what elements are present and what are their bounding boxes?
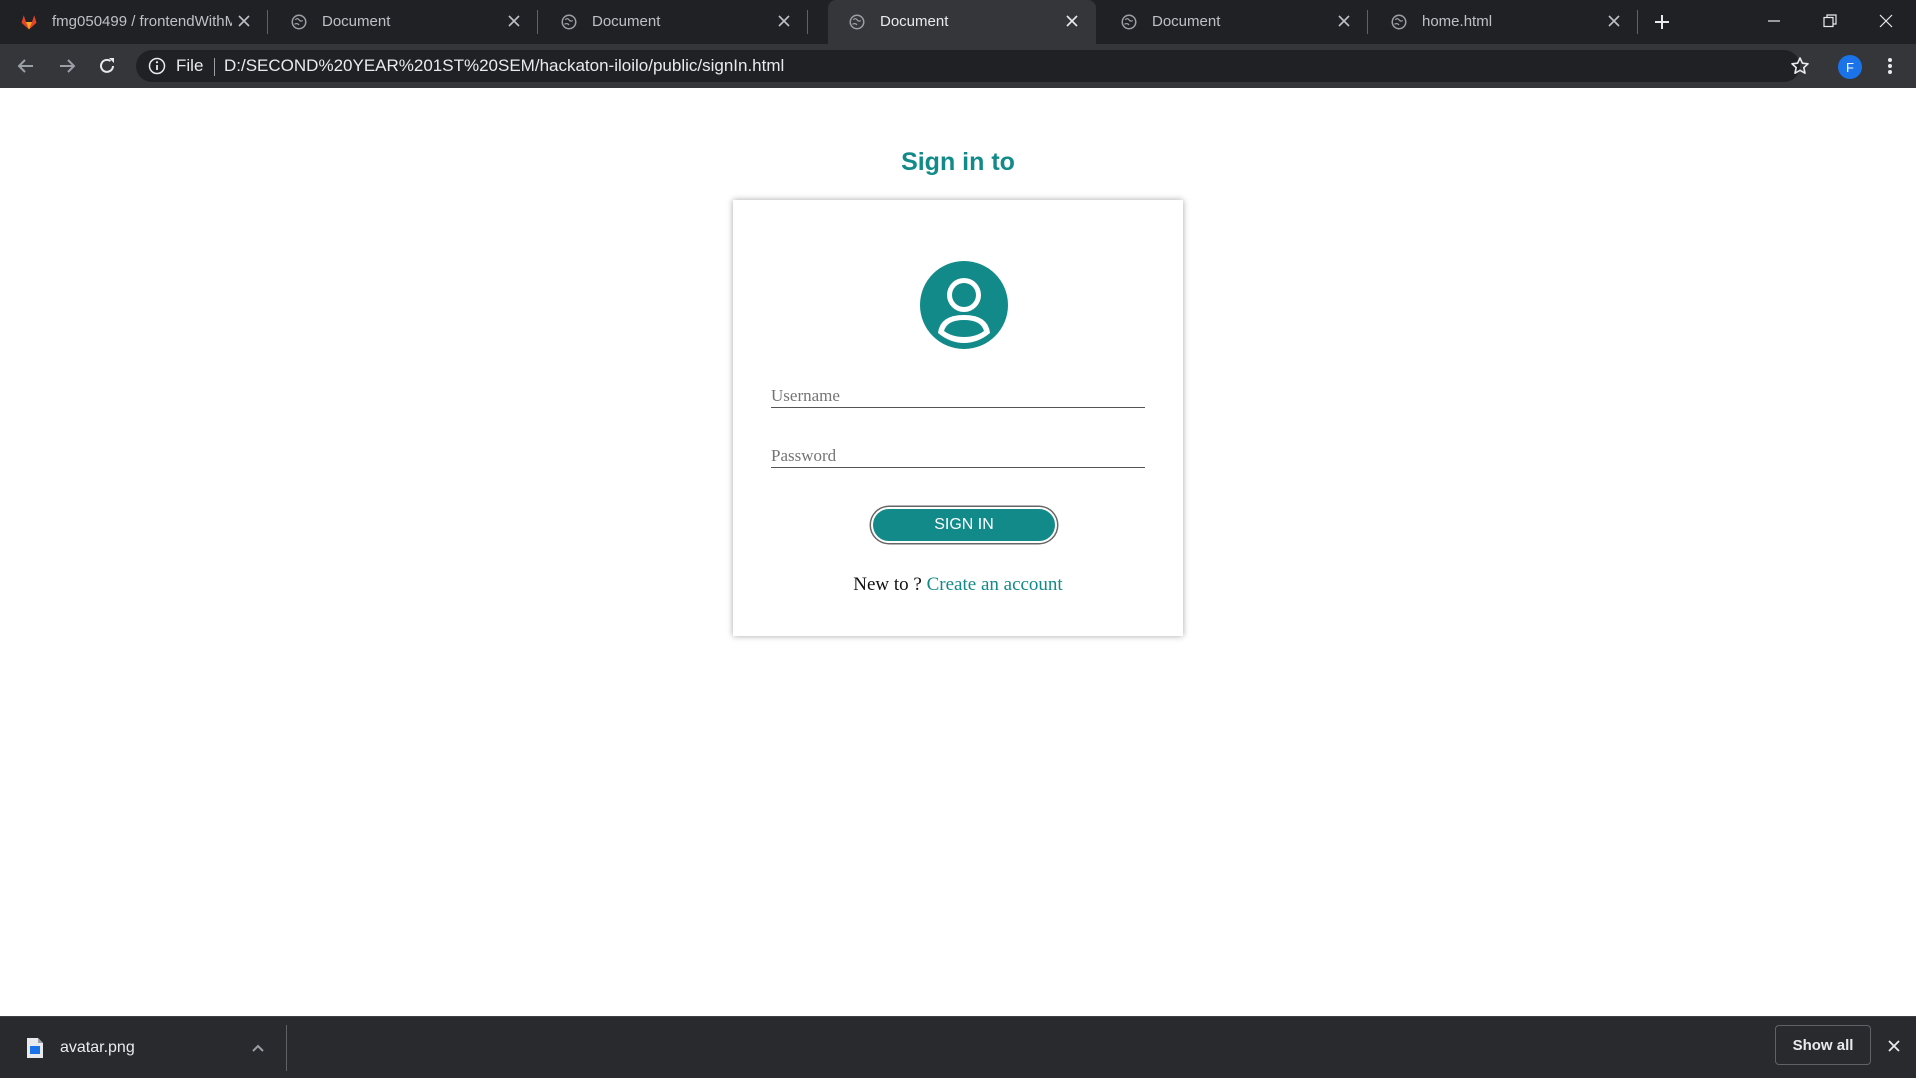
gitlab-icon — [21, 15, 37, 30]
globe-icon — [291, 14, 307, 30]
username-field — [771, 380, 1145, 408]
arrow-right-icon — [60, 59, 76, 73]
tab-document-active[interactable]: Document — [828, 0, 1096, 44]
tab-title: Document — [1152, 13, 1221, 30]
create-account-link[interactable]: Create an account — [927, 574, 1063, 595]
tab-strip: fmg050499 / frontendWithM Document Docum… — [0, 0, 1916, 44]
download-file-name[interactable]: avatar.png — [60, 1039, 135, 1057]
username-input[interactable] — [771, 380, 1145, 407]
tab-gitlab[interactable]: fmg050499 / frontendWithM — [0, 0, 268, 44]
tab-document-1[interactable]: Document — [270, 0, 538, 44]
globe-icon — [1391, 14, 1407, 30]
signin-button[interactable]: SIGN IN — [871, 507, 1057, 543]
star-icon — [1791, 57, 1809, 74]
tab-separator — [267, 10, 268, 34]
profile-avatar[interactable]: F — [1838, 55, 1862, 79]
tab-document-2[interactable]: Document — [540, 0, 808, 44]
close-icon[interactable] — [774, 11, 794, 31]
tab-home-html[interactable]: home.html — [1370, 0, 1638, 44]
window-close-button[interactable] — [1866, 6, 1906, 36]
close-icon — [1879, 14, 1893, 28]
download-separator — [286, 1025, 287, 1071]
close-icon[interactable] — [1334, 11, 1354, 31]
signin-card: SIGN IN New to ? Create an account — [733, 200, 1183, 636]
page-title: Sign in to — [901, 148, 1015, 176]
close-icon[interactable] — [234, 11, 254, 31]
tab-document-4[interactable]: Document — [1100, 0, 1368, 44]
close-download-bar-button[interactable] — [1882, 1034, 1906, 1058]
close-icon — [1888, 1040, 1900, 1052]
url-text[interactable]: D:/SECOND%20YEAR%201ST%20SEM/hackaton-il… — [224, 57, 784, 75]
url-divider — [214, 58, 215, 76]
password-field — [771, 440, 1145, 468]
globe-icon — [1121, 14, 1137, 30]
globe-icon — [849, 14, 865, 30]
bookmark-button[interactable] — [1788, 54, 1812, 78]
file-image-icon — [27, 1038, 43, 1058]
plus-icon — [1655, 15, 1669, 29]
user-avatar-icon — [920, 261, 1008, 349]
kebab-menu-icon — [1888, 58, 1892, 74]
page-viewport: Sign in to SIGN IN New to ? Create an ac… — [0, 88, 1916, 1016]
address-bar[interactable]: File D:/SECOND%20YEAR%201ST%20SEM/hackat… — [136, 50, 1800, 82]
password-input[interactable] — [771, 440, 1145, 467]
minimize-button[interactable] — [1754, 6, 1794, 36]
close-icon[interactable] — [1062, 11, 1082, 31]
tab-title: Document — [592, 13, 661, 30]
url-scheme: File — [176, 56, 204, 75]
tab-title: Document — [880, 13, 949, 30]
chevron-up-icon — [252, 1044, 264, 1052]
tab-separator — [1367, 10, 1368, 34]
tab-separator — [1637, 10, 1638, 34]
reload-icon — [100, 58, 114, 73]
download-options-button[interactable] — [246, 1036, 270, 1060]
globe-icon — [561, 14, 577, 30]
restore-button[interactable] — [1810, 6, 1850, 36]
tab-title: Document — [322, 13, 391, 30]
back-button[interactable] — [14, 54, 38, 78]
tab-title: fmg050499 / frontendWithM — [52, 13, 232, 30]
info-icon[interactable] — [148, 57, 166, 75]
tab-title: home.html — [1422, 13, 1493, 30]
restore-icon — [1823, 14, 1837, 28]
new-to-line: New to ? Create an account — [733, 574, 1183, 596]
tab-separator — [807, 10, 808, 34]
download-bar: avatar.png Show all — [0, 1016, 1916, 1078]
browser-menu-button[interactable] — [1878, 54, 1902, 78]
browser-toolbar: File D:/SECOND%20YEAR%201ST%20SEM/hackat… — [0, 44, 1916, 88]
tab-separator — [537, 10, 538, 34]
minimize-icon — [1768, 20, 1780, 22]
reload-button[interactable] — [95, 54, 119, 78]
close-icon[interactable] — [504, 11, 524, 31]
arrow-left-icon — [17, 59, 33, 73]
show-all-button[interactable]: Show all — [1775, 1025, 1871, 1065]
new-to-text: New to ? — [853, 574, 922, 595]
close-icon[interactable] — [1604, 11, 1624, 31]
forward-button[interactable] — [55, 54, 79, 78]
new-tab-button[interactable] — [1650, 10, 1674, 34]
